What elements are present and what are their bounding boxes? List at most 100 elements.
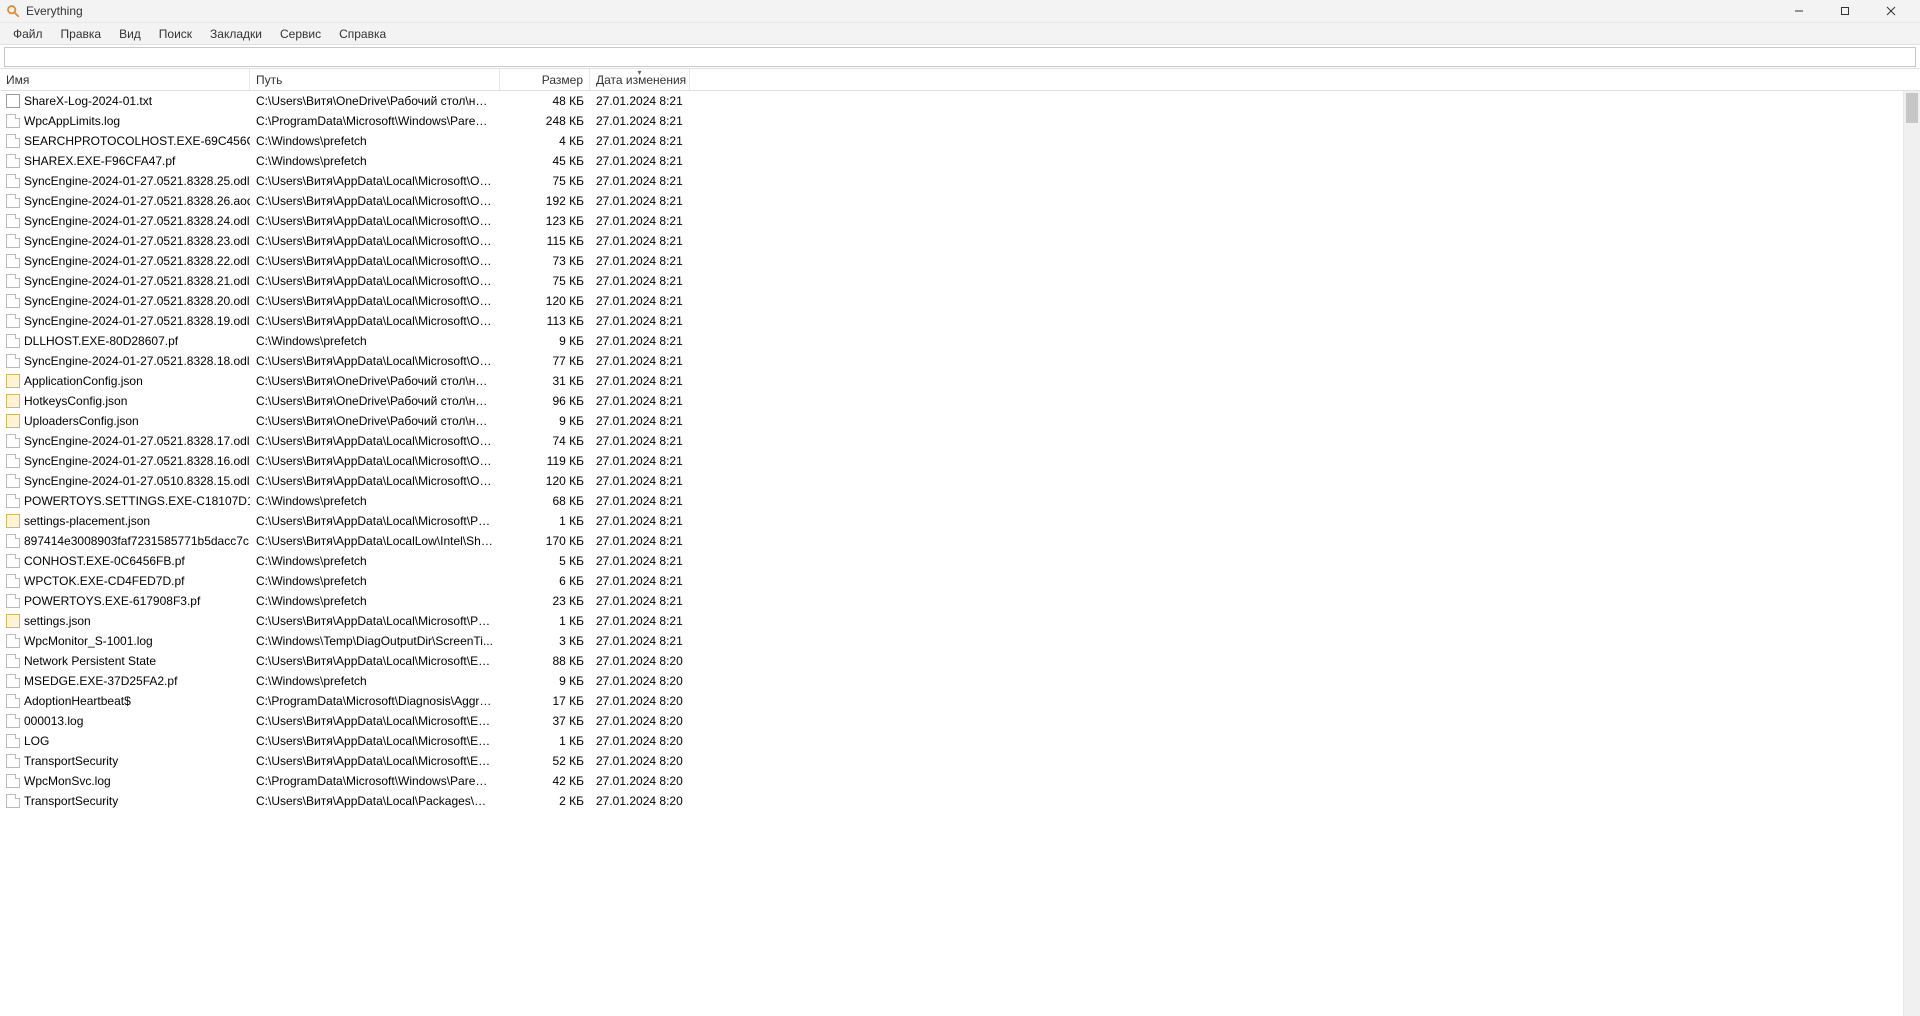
table-row[interactable]: 000013.logC:\Users\Витя\AppData\Local\Mi… bbox=[0, 711, 1903, 731]
table-row[interactable]: SyncEngine-2024-01-27.0510.8328.15.odlgz… bbox=[0, 471, 1903, 491]
cell-size: 68 КБ bbox=[500, 494, 590, 508]
menu-item[interactable]: Правка bbox=[52, 25, 111, 43]
file-name: SyncEngine-2024-01-27.0521.8328.20.odlgz bbox=[24, 294, 250, 308]
table-row[interactable]: 897414e3008903faf7231585771b5dacc7c...C:… bbox=[0, 531, 1903, 551]
file-icon bbox=[6, 374, 20, 388]
table-row[interactable]: SyncEngine-2024-01-27.0521.8328.23.odlgz… bbox=[0, 231, 1903, 251]
cell-path: C:\Users\Витя\AppData\Local\Microsoft\On… bbox=[250, 254, 500, 268]
table-row[interactable]: WPCTOK.EXE-CD4FED7D.pfC:\Windows\prefetc… bbox=[0, 571, 1903, 591]
grid-body[interactable]: ShareX-Log-2024-01.txtC:\Users\Витя\OneD… bbox=[0, 91, 1903, 1016]
cell-size: 48 КБ bbox=[500, 94, 590, 108]
table-row[interactable]: UploadersConfig.jsonC:\Users\Витя\OneDri… bbox=[0, 411, 1903, 431]
table-row[interactable]: AdoptionHeartbeat$C:\ProgramData\Microso… bbox=[0, 691, 1903, 711]
table-row[interactable]: DLLHOST.EXE-80D28607.pfC:\Windows\prefet… bbox=[0, 331, 1903, 351]
cell-date: 27.01.2024 8:21 bbox=[590, 114, 690, 128]
table-row[interactable]: SyncEngine-2024-01-27.0521.8328.24.odlgz… bbox=[0, 211, 1903, 231]
cell-date: 27.01.2024 8:21 bbox=[590, 314, 690, 328]
column-header-size[interactable]: Размер bbox=[500, 69, 590, 90]
table-row[interactable]: TransportSecurityC:\Users\Витя\AppData\L… bbox=[0, 791, 1903, 811]
cell-path: C:\Users\Витя\AppData\Local\Microsoft\On… bbox=[250, 234, 500, 248]
file-icon bbox=[6, 474, 20, 488]
table-row[interactable]: ShareX-Log-2024-01.txtC:\Users\Витя\OneD… bbox=[0, 91, 1903, 111]
cell-date: 27.01.2024 8:21 bbox=[590, 494, 690, 508]
cell-path: C:\Users\Витя\AppData\Local\Microsoft\On… bbox=[250, 274, 500, 288]
file-name: SyncEngine-2024-01-27.0521.8328.19.odlgz bbox=[24, 314, 250, 328]
vertical-scrollbar[interactable] bbox=[1903, 91, 1920, 1016]
table-row[interactable]: POWERTOYS.SETTINGS.EXE-C18107D1.pfC:\Win… bbox=[0, 491, 1903, 511]
cell-path: C:\Windows\prefetch bbox=[250, 674, 500, 688]
table-row[interactable]: SyncEngine-2024-01-27.0521.8328.25.odlgz… bbox=[0, 171, 1903, 191]
table-row[interactable]: SyncEngine-2024-01-27.0521.8328.20.odlgz… bbox=[0, 291, 1903, 311]
cell-name: SyncEngine-2024-01-27.0510.8328.15.odlgz bbox=[0, 474, 250, 488]
cell-path: C:\Windows\Temp\DiagOutputDir\ScreenTi..… bbox=[250, 634, 500, 648]
table-row[interactable]: SyncEngine-2024-01-27.0521.8328.22.odlgz… bbox=[0, 251, 1903, 271]
file-icon bbox=[6, 494, 20, 508]
file-icon bbox=[6, 554, 20, 568]
menu-item[interactable]: Файл bbox=[4, 25, 52, 43]
cell-name: SHAREX.EXE-F96CFA47.pf bbox=[0, 154, 250, 168]
column-header-date[interactable]: ▾ Дата изменения bbox=[590, 69, 690, 90]
table-row[interactable]: POWERTOYS.EXE-617908F3.pfC:\Windows\pref… bbox=[0, 591, 1903, 611]
cell-size: 119 КБ bbox=[500, 454, 590, 468]
maximize-button[interactable] bbox=[1822, 0, 1868, 23]
table-row[interactable]: TransportSecurityC:\Users\Витя\AppData\L… bbox=[0, 751, 1903, 771]
table-row[interactable]: WpcMonSvc.logC:\ProgramData\Microsoft\Wi… bbox=[0, 771, 1903, 791]
search-input[interactable] bbox=[4, 47, 1916, 67]
file-name: ApplicationConfig.json bbox=[24, 374, 143, 388]
table-row[interactable]: WpcMonitor_S-1001.log C:\Windows\Temp\Dia… bbox=[0, 631, 1903, 651]
scrollbar-thumb[interactable] bbox=[1906, 93, 1918, 123]
menu-item[interactable]: Справка bbox=[330, 25, 395, 43]
table-row[interactable]: SyncEngine-2024-01-27.0521.8328.21.odlgz… bbox=[0, 271, 1903, 291]
file-name: settings.json bbox=[24, 614, 91, 628]
table-row[interactable]: LOGC:\Users\Витя\AppData\Local\Microsoft… bbox=[0, 731, 1903, 751]
cell-date: 27.01.2024 8:20 bbox=[590, 694, 690, 708]
cell-size: 9 КБ bbox=[500, 674, 590, 688]
table-row[interactable]: SyncEngine-2024-01-27.0521.8328.16.odlgz… bbox=[0, 451, 1903, 471]
minimize-button[interactable] bbox=[1776, 0, 1822, 23]
file-name: WPCTOK.EXE-CD4FED7D.pf bbox=[24, 574, 184, 588]
cell-date: 27.01.2024 8:21 bbox=[590, 234, 690, 248]
cell-path: C:\Windows\prefetch bbox=[250, 134, 500, 148]
cell-size: 248 КБ bbox=[500, 114, 590, 128]
menu-item[interactable]: Поиск bbox=[150, 25, 201, 43]
file-icon bbox=[6, 114, 20, 128]
cell-size: 123 КБ bbox=[500, 214, 590, 228]
table-row[interactable]: SyncEngine-2024-01-27.0521.8328.17.odlgz… bbox=[0, 431, 1903, 451]
menu-item[interactable]: Сервис bbox=[271, 25, 330, 43]
table-row[interactable]: SyncEngine-2024-01-27.0521.8328.26.aodlC… bbox=[0, 191, 1903, 211]
file-icon bbox=[6, 414, 20, 428]
cell-size: 88 КБ bbox=[500, 654, 590, 668]
file-icon bbox=[6, 794, 20, 808]
grid-header: Имя Путь Размер ▾ Дата изменения bbox=[0, 69, 1920, 91]
close-button[interactable] bbox=[1868, 0, 1914, 23]
table-row[interactable]: MSEDGE.EXE-37D25FA2.pfC:\Windows\prefetc… bbox=[0, 671, 1903, 691]
column-header-path[interactable]: Путь bbox=[250, 69, 500, 90]
table-row[interactable]: settings-placement.jsonC:\Users\Витя\App… bbox=[0, 511, 1903, 531]
file-icon bbox=[6, 174, 20, 188]
cell-size: 45 КБ bbox=[500, 154, 590, 168]
table-row[interactable]: WpcAppLimits.logC:\ProgramData\Microsoft… bbox=[0, 111, 1903, 131]
file-name: SyncEngine-2024-01-27.0521.8328.18.odlgz bbox=[24, 354, 250, 368]
cell-name: SyncEngine-2024-01-27.0521.8328.18.odlgz bbox=[0, 354, 250, 368]
table-row[interactable]: SEARCHPROTOCOLHOST.EXE-69C456C3.pfC:\Win… bbox=[0, 131, 1903, 151]
file-icon bbox=[6, 194, 20, 208]
menu-item[interactable]: Вид bbox=[110, 25, 150, 43]
cell-path: C:\Users\Витя\AppData\Local\Microsoft\On… bbox=[250, 454, 500, 468]
cell-size: 23 КБ bbox=[500, 594, 590, 608]
table-row[interactable]: SyncEngine-2024-01-27.0521.8328.18.odlgz… bbox=[0, 351, 1903, 371]
column-header-name[interactable]: Имя bbox=[0, 69, 250, 90]
table-row[interactable]: settings.jsonC:\Users\Витя\AppData\Local… bbox=[0, 611, 1903, 631]
table-row[interactable]: SyncEngine-2024-01-27.0521.8328.19.odlgz… bbox=[0, 311, 1903, 331]
table-row[interactable]: ApplicationConfig.jsonC:\Users\Витя\OneD… bbox=[0, 371, 1903, 391]
table-row[interactable]: SHAREX.EXE-F96CFA47.pfC:\Windows\prefetc… bbox=[0, 151, 1903, 171]
cell-size: 192 КБ bbox=[500, 194, 590, 208]
cell-name: AdoptionHeartbeat$ bbox=[0, 694, 250, 708]
menu-item[interactable]: Закладки bbox=[201, 25, 271, 43]
table-row[interactable]: HotkeysConfig.jsonC:\Users\Витя\OneDrive… bbox=[0, 391, 1903, 411]
cell-date: 27.01.2024 8:21 bbox=[590, 334, 690, 348]
table-row[interactable]: Network Persistent StateC:\Users\Витя\Ap… bbox=[0, 651, 1903, 671]
table-row[interactable]: CONHOST.EXE-0C6456FB.pfC:\Windows\prefet… bbox=[0, 551, 1903, 571]
cell-name: CONHOST.EXE-0C6456FB.pf bbox=[0, 554, 250, 568]
file-name: SyncEngine-2024-01-27.0521.8328.17.odlgz bbox=[24, 434, 250, 448]
file-name: WpcMonitor_S-1001.log bbox=[24, 634, 153, 648]
